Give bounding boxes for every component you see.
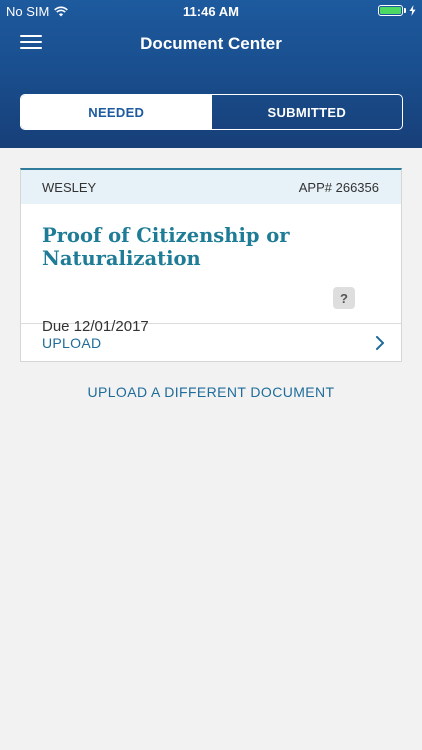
battery-cap [404, 8, 406, 13]
document-card: WESLEY APP# 266356 Proof of Citizenship … [20, 168, 402, 362]
document-tabs: NEEDED SUBMITTED [20, 94, 403, 130]
status-right [378, 5, 416, 16]
status-bar: No SIM 11:46 AM [0, 0, 422, 22]
page-title: Document Center [140, 34, 282, 53]
applicant-name: WESLEY [42, 179, 97, 195]
card-header: WESLEY APP# 266356 [21, 170, 401, 204]
chevron-right-icon [376, 336, 384, 350]
upload-label: UPLOAD [42, 335, 102, 351]
document-title: Proof of Citizenship or Naturalization [42, 224, 332, 270]
due-date: Due 12/01/2017 [42, 318, 149, 335]
help-icon[interactable]: ? [333, 287, 355, 309]
bolt-icon [409, 5, 416, 16]
navigation-bar: Document Center [0, 22, 422, 66]
tab-needed[interactable]: NEEDED [21, 95, 212, 129]
tab-submitted[interactable]: SUBMITTED [212, 95, 403, 129]
status-time: 11:46 AM [183, 4, 239, 19]
document-title-line-2: Naturalization [42, 247, 201, 270]
app-number: APP# 266356 [298, 179, 379, 195]
upload-different-document-link[interactable]: UPLOAD A DIFFERENT DOCUMENT [0, 384, 422, 400]
card-body: Proof of Citizenship or Naturalization ?… [21, 204, 401, 335]
app-header: No SIM 11:46 AM Document Center NEEDED S… [0, 0, 422, 148]
document-title-line-1: Proof of Citizenship or [42, 224, 290, 247]
battery-icon [378, 5, 403, 16]
